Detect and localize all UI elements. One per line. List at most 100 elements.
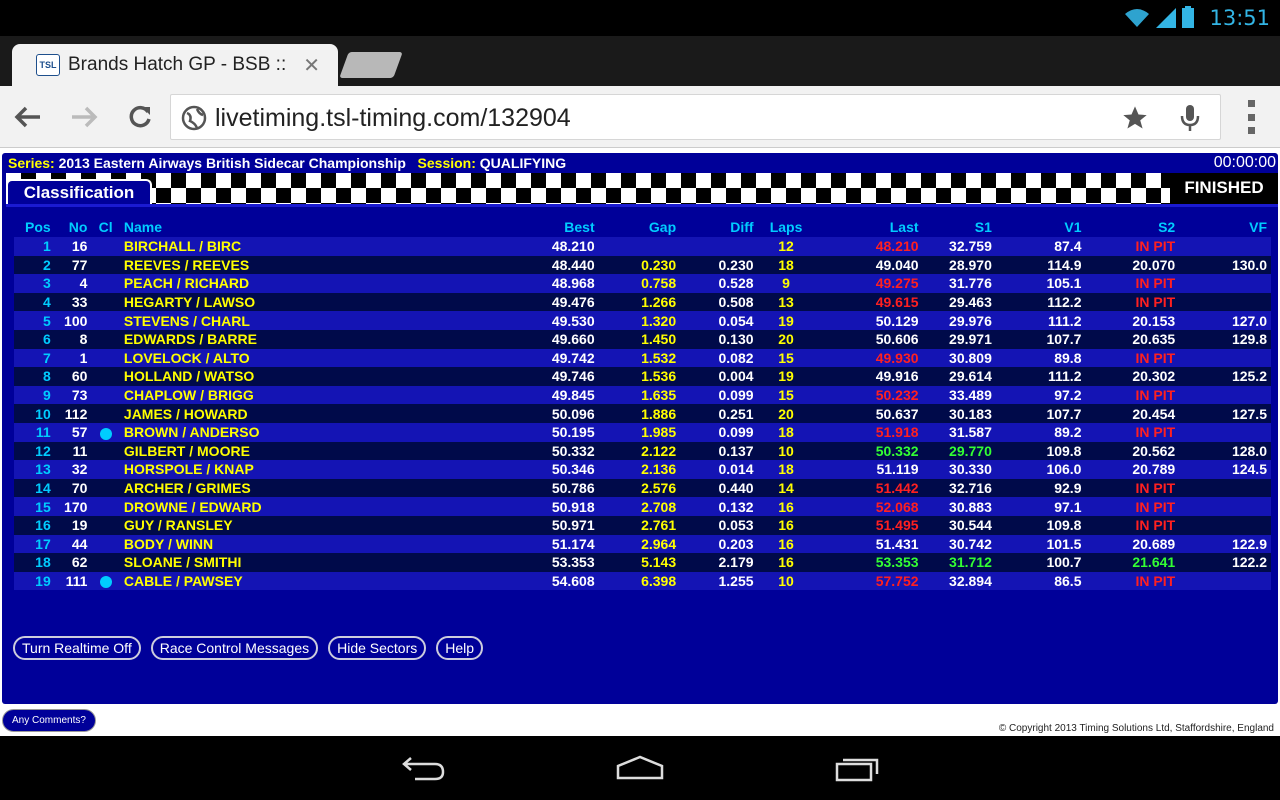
cell-pos: 9	[42, 387, 51, 404]
cell-s2: 20.562	[1132, 442, 1176, 459]
browser-toolbar: livetiming.tsl-timing.com/132904	[0, 86, 1280, 148]
cell-cl	[91, 256, 120, 275]
cell-name: REEVES / REEVES	[123, 256, 250, 273]
cell-s2: IN PIT	[1135, 349, 1176, 366]
cell-name: GILBERT / MOORE	[123, 442, 250, 459]
android-recents-icon	[835, 758, 879, 782]
cell-best: 49.746	[551, 368, 595, 385]
cell-v1: 114.9	[1047, 256, 1082, 273]
cell-vf: 124.5	[1231, 461, 1267, 478]
comments-button[interactable]: Any Comments?	[2, 709, 96, 732]
cell-v1: 101.5	[1046, 535, 1082, 552]
battery-icon	[1182, 6, 1194, 28]
session-label: Session:	[417, 155, 476, 171]
android-back-button[interactable]	[394, 750, 454, 786]
cell-v1: 89.8	[1054, 349, 1082, 366]
tab-close-icon[interactable]: ✕	[303, 53, 320, 78]
series-info: Series: 2013 Eastern Airways British Sid…	[8, 155, 566, 171]
microphone-icon[interactable]	[1179, 103, 1201, 133]
cell-cl	[91, 293, 120, 312]
cell-gap: 2.576	[641, 480, 677, 497]
url-text[interactable]: livetiming.tsl-timing.com/132904	[215, 104, 571, 133]
table-row: 2 77 REEVES / REEVES 48.440 0.230 0.230 18 49.0…	[14, 255, 1271, 275]
cell-s2: IN PIT	[1135, 294, 1176, 311]
banner-divider	[6, 204, 1278, 207]
reload-button[interactable]	[122, 100, 158, 134]
cell-v1: 89.2	[1054, 424, 1082, 441]
cell-v1: 97.1	[1054, 498, 1082, 515]
table-row: 19 111 CABLE / PAWSEY 54.608 6.398 1.255 10 57.…	[14, 571, 1271, 591]
cell-gap: 1.320	[641, 312, 677, 329]
cell-best: 49.845	[551, 387, 595, 404]
cell-diff: 0.014	[718, 461, 754, 478]
cell-pos: 15	[35, 498, 51, 515]
cell-name: GUY / RANSLEY	[123, 517, 233, 534]
help-button[interactable]: Help	[436, 636, 484, 660]
browser-tab-active[interactable]: TSL Brands Hatch GP - BSB :: ✕	[12, 44, 338, 86]
new-tab-button[interactable]	[339, 52, 403, 78]
cell-pos: 5	[42, 312, 51, 329]
cell-cl	[91, 572, 120, 591]
tab-title: Brands Hatch GP - BSB ::	[68, 54, 287, 75]
forward-button[interactable]	[66, 100, 102, 134]
cell-best: 50.332	[551, 442, 595, 459]
tab-strip: TSL Brands Hatch GP - BSB :: ✕	[0, 36, 1280, 86]
table-row: 10 112 JAMES / HOWARD 50.096 1.886 0.251 20 50.…	[14, 404, 1271, 423]
cell-last: 53.353	[875, 554, 919, 571]
cell-gap: 2.708	[641, 498, 677, 515]
col-header-laps: Laps	[769, 219, 803, 235]
cell-last: 51.918	[875, 424, 919, 441]
cell-last: 50.606	[875, 331, 919, 348]
android-home-button[interactable]	[610, 750, 670, 786]
cell-gap: 1.886	[641, 405, 677, 422]
cell-name: BROWN / ANDERSO	[123, 424, 260, 441]
session-status-badge: FINISHED	[1170, 173, 1278, 204]
cell-last: 50.637	[875, 405, 919, 422]
back-arrow-icon	[14, 106, 40, 128]
cell-diff: 0.053	[718, 517, 754, 534]
android-recents-button[interactable]	[828, 750, 888, 786]
table-row: 17 44 BODY / WINN 51.174 2.964 0.203 16 51.431 3…	[14, 534, 1271, 554]
table-row: 12 11 GILBERT / MOORE 50.332 2.122 0.137 10 50.…	[14, 441, 1271, 461]
cell-no: 112	[64, 405, 88, 422]
cell-s1: 33.489	[949, 387, 992, 404]
race-control-messages-button[interactable]: Race Control Messages	[150, 636, 319, 660]
cell-no: 19	[71, 517, 88, 534]
cell-pos: 13	[35, 461, 51, 478]
tab-classification[interactable]: Classification	[6, 179, 152, 204]
cell-best: 49.530	[551, 312, 595, 329]
cell-best: 50.195	[551, 424, 595, 441]
cell-no: 62	[71, 554, 88, 571]
cell-s1: 29.976	[949, 312, 992, 329]
cell-no: 33	[71, 294, 88, 311]
cell-pos: 8	[42, 368, 51, 385]
cell-laps: 10	[778, 442, 794, 459]
cell-laps: 16	[778, 517, 794, 534]
cell-name: STEVENS / CHARL	[123, 312, 250, 329]
table-row: 14 70 ARCHER / GRIMES 50.786 2.576 0.440 14 51.…	[14, 478, 1271, 498]
address-bar[interactable]: livetiming.tsl-timing.com/132904	[170, 94, 1221, 140]
table-row: 4 33 HEGARTY / LAWSO 49.476 1.266 0.508 13 49.6…	[14, 292, 1271, 312]
table-row: 5 100 STEVENS / CHARL 49.530 1.320 0.054 19 50.…	[14, 311, 1271, 330]
cell-gap: 1.635	[641, 387, 677, 404]
back-button[interactable]	[10, 100, 46, 134]
col-header-pos: Pos	[25, 219, 51, 235]
cell-vf: 122.9	[1231, 535, 1267, 552]
cell-laps: 16	[778, 498, 794, 515]
cell-laps: 10	[778, 572, 794, 589]
cell-gap: 1.450	[641, 331, 677, 348]
cell-pos: 18	[35, 554, 51, 571]
cell-s1: 30.809	[949, 349, 992, 366]
cell-s2: IN PIT	[1135, 275, 1176, 292]
star-icon[interactable]	[1121, 104, 1149, 132]
cell-diff: 0.230	[718, 256, 754, 273]
cell-v1: 109.8	[1046, 442, 1082, 459]
cell-no: 1	[79, 349, 88, 366]
cell-v1: 109.8	[1046, 517, 1082, 534]
control-buttons: Turn Realtime Off Race Control Messages …	[13, 636, 484, 660]
cell-s2: 20.789	[1132, 461, 1176, 478]
realtime-toggle-button[interactable]: Turn Realtime Off	[13, 636, 141, 660]
hide-sectors-button[interactable]: Hide Sectors	[328, 636, 427, 660]
cell-laps: 12	[778, 238, 794, 255]
overflow-menu-icon[interactable]	[1244, 100, 1258, 134]
